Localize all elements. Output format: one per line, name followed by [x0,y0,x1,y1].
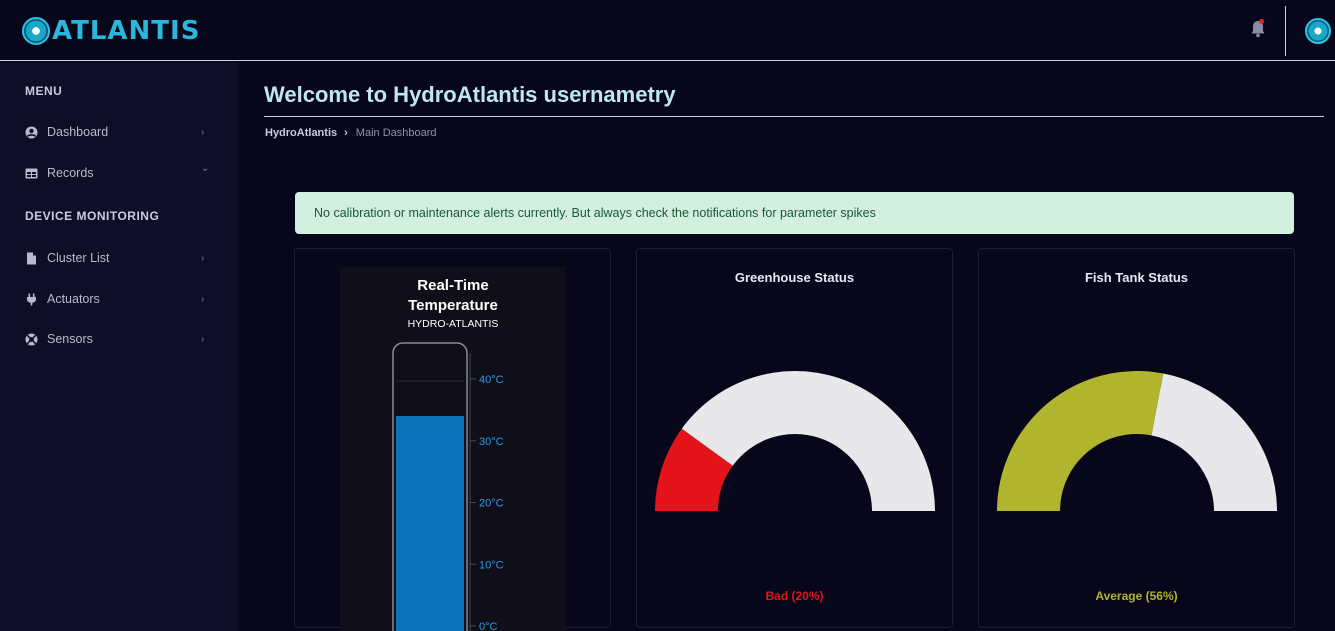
sidebar-section-menu: MENU [25,84,63,98]
header-divider [1285,6,1286,56]
thermometer-tick-label: 30°C [479,436,504,448]
thermometer-tick-label: 40°C [479,374,504,386]
brand-logo[interactable]: ATLANTIS [22,16,200,46]
breadcrumb-home[interactable]: HydroAtlantis [265,127,337,139]
gauge-remaining-arc [1151,373,1277,511]
top-navbar: ATLANTIS [0,0,1335,61]
chevron-right-icon: › [201,293,205,305]
thermometer-tick-label: 0°C [479,621,498,631]
sidebar-item-dashboard[interactable]: Dashboard › [0,120,238,144]
notification-dot [1259,19,1264,24]
chevron-right-icon: › [344,127,348,139]
temperature-card: Real-Time Temperature HYDRO-ATLANTIS 40°… [294,248,611,631]
user-circle-icon [25,126,38,138]
sidebar-item-sensors[interactable]: Sensors › [0,327,238,351]
greenhouse-status: Bad (20%) [765,589,824,603]
sidebar-item-label: Sensors [47,332,93,346]
sidebar-item-label: Cluster List [47,251,110,265]
title-divider [264,116,1324,117]
user-avatar[interactable] [1305,18,1331,44]
greenhouse-gauge [655,371,935,511]
sidebar-section-device-monitoring: DEVICE MONITORING [25,209,160,223]
fishtank-card: Fish Tank Status Average (56%) [978,248,1295,628]
sidebar-item-cluster-list[interactable]: Cluster List › [0,246,238,270]
brand-name: ATLANTIS [52,16,201,46]
chevron-right-icon: › [201,126,205,138]
file-icon [27,252,36,264]
chevron-down-icon: ⌄ [201,163,210,174]
thermometer-gauge: 40°C 30°C 20°C 10°C 0°C [392,342,504,631]
sidebar-item-label: Records [47,166,94,180]
chevron-right-icon: › [201,252,205,264]
sidebar-item-label: Dashboard [47,125,109,139]
sidebar-item-records[interactable]: Records ⌄ [0,161,238,185]
breadcrumb: HydroAtlantis › Main Dashboard [265,127,437,139]
fishtank-status: Average (56%) [1095,589,1178,603]
thermometer-panel: Real-Time Temperature HYDRO-ATLANTIS 40°… [340,267,566,631]
gauge-value-arc [997,371,1164,511]
thermometer-tick-label: 10°C [479,559,504,571]
lifebuoy-icon [25,333,38,345]
thermometer-tick-label: 20°C [479,498,504,510]
sidebar-item-actuators[interactable]: Actuators › [0,287,238,311]
alert-banner: No calibration or maintenance alerts cur… [295,192,1294,234]
breadcrumb-current: Main Dashboard [355,127,437,139]
table-icon [25,168,38,178]
thermometer-fill [396,416,464,631]
chevron-right-icon: › [201,333,205,345]
logo-icon [22,17,50,45]
sidebar-item-label: Actuators [47,292,100,306]
greenhouse-card: Greenhouse Status Bad (20%) [636,248,953,628]
sidebar: MENU Dashboard › Records ⌄ DEVICE MONITO… [0,62,238,631]
fishtank-gauge [997,371,1277,511]
plug-icon [27,293,36,305]
page-title: Welcome to HydroAtlantis usernametry [264,82,676,107]
